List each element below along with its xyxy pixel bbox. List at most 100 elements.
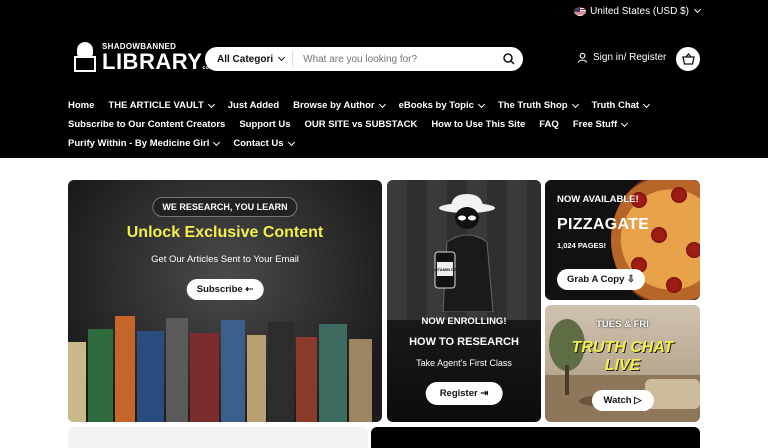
- nav-item-label: The Truth Shop: [497, 100, 568, 111]
- locale-selector[interactable]: United States (USD $): [574, 4, 702, 18]
- books-illustration: [68, 314, 382, 422]
- nav-item-label: Purify Within - By Medicine Girl: [68, 138, 210, 149]
- book-spine: [190, 333, 219, 422]
- book-spine: [115, 316, 135, 422]
- search-icon[interactable]: [495, 53, 523, 65]
- basket-icon: [681, 53, 695, 65]
- pepperoni: [671, 187, 687, 203]
- nav-item-label: OUR SITE vs SUBSTACK: [304, 119, 418, 130]
- course-title: HOW TO RESEARCH: [409, 336, 519, 348]
- book-spine: [349, 339, 372, 422]
- category-select[interactable]: All Categori: [205, 51, 294, 67]
- grab-copy-button[interactable]: Grab A Copy ⇩: [557, 269, 645, 290]
- book-spine: [221, 320, 245, 422]
- watch-button[interactable]: Watch ▷: [591, 390, 654, 411]
- category-label: All Categori: [217, 53, 274, 65]
- product-preview-panel: [68, 427, 368, 448]
- truth-chat-banner[interactable]: TUES & FRI TRUTH CHAT LIVE Watch ▷: [545, 305, 700, 422]
- nav-item-label: How to Use This Site: [431, 119, 526, 130]
- nav-item[interactable]: How to Use This Site: [431, 119, 525, 130]
- nav-item[interactable]: The Truth Shop: [497, 100, 579, 111]
- nav-item-label: Just Added: [227, 100, 280, 111]
- banner-subtitle: Get Our Articles Sent to Your Email: [151, 254, 299, 265]
- spy-agent-illustration: VITAMIN D3: [434, 194, 495, 312]
- nav-item-label: eBooks by Topic: [398, 100, 474, 111]
- logo-main-text: LIBRARYcom: [102, 49, 214, 74]
- nav-row: Home THE ARTICLE VAULT Just Added Browse by…: [68, 96, 708, 115]
- chevron-down-icon: [477, 100, 485, 108]
- nav-item[interactable]: Truth Chat: [591, 100, 651, 111]
- nav-item[interactable]: Purify Within - By Medicine Girl: [68, 138, 221, 149]
- dark-preview-panel: [371, 427, 700, 448]
- pizzagate-book-banner[interactable]: NOW AVAILABLE! PIZZAGATE 1,024 PAGES! Gr…: [545, 180, 700, 300]
- next-section-preview: [68, 427, 700, 448]
- site-header: United States (USD $) SHADOWBANNED LIBRA…: [0, 0, 768, 158]
- nav-item[interactable]: Home: [68, 100, 94, 111]
- tagline-badge: WE RESEARCH, YOU LEARN: [152, 197, 298, 217]
- nav-row: Purify Within - By Medicine Girl Contact …: [68, 134, 708, 153]
- nav-item-label: FAQ: [539, 119, 559, 130]
- chevron-down-icon: [571, 100, 579, 108]
- page-count: 1,024 PAGES!: [557, 241, 607, 250]
- chevron-down-icon: [621, 119, 629, 127]
- chevron-down-icon: [207, 100, 215, 108]
- nav-item[interactable]: Free Stuff: [572, 119, 629, 130]
- us-flag-icon: [574, 6, 587, 16]
- nav-item-label: Free Stuff: [572, 119, 618, 130]
- nav-row: Subscribe to Our Content Creators Support…: [68, 115, 708, 134]
- search-input[interactable]: [293, 53, 495, 65]
- nav-item-label: Contact Us: [233, 138, 284, 149]
- user-icon: [577, 52, 588, 63]
- nav-item-label: Truth Chat: [591, 100, 640, 111]
- schedule-label: TUES & FRI: [596, 319, 649, 330]
- nav-item[interactable]: OUR SITE vs SUBSTACK: [305, 119, 418, 130]
- chevron-down-icon: [278, 53, 286, 62]
- book-spine: [68, 342, 86, 422]
- nav-item-label: Home: [68, 100, 95, 111]
- signin-link[interactable]: Sign in/ Register: [577, 52, 666, 63]
- pepperoni: [686, 242, 700, 258]
- book-spine: [88, 329, 113, 422]
- subscribe-banner[interactable]: WE RESEARCH, YOU LEARN Unlock Exclusive …: [68, 180, 382, 422]
- book-title: PIZZAGATE: [557, 216, 650, 233]
- cart-button[interactable]: [676, 47, 700, 71]
- chevron-down-icon: [378, 100, 386, 108]
- book-spine: [268, 322, 294, 422]
- nav-item[interactable]: Just Added: [228, 100, 279, 111]
- now-available-label: NOW AVAILABLE!: [557, 194, 639, 205]
- nav-item[interactable]: Contact Us: [233, 138, 295, 149]
- banner-title: Unlock Exclusive Content: [126, 224, 324, 241]
- chevron-down-icon: [213, 138, 221, 146]
- nav-item-label: THE ARTICLE VAULT: [108, 100, 204, 111]
- truth-chat-title: TRUTH CHAT LIVE: [571, 339, 674, 375]
- svg-text:VITAMIN D3: VITAMIN D3: [434, 267, 457, 272]
- chevron-down-icon: [287, 138, 295, 146]
- course-text: Take Agent's First Class: [416, 358, 512, 368]
- nav-item-label: Support Us: [239, 119, 291, 130]
- register-button[interactable]: Register ⇥: [425, 382, 503, 405]
- pepperoni: [666, 277, 682, 293]
- nav-item[interactable]: Browse by Author: [293, 100, 386, 111]
- book-spine: [166, 318, 188, 422]
- pepperoni: [651, 227, 667, 243]
- logo-hooded-figure-icon: [74, 42, 96, 74]
- chevron-down-icon: [643, 100, 651, 108]
- chevron-down-icon: [693, 5, 702, 14]
- locale-label: United States (USD $): [590, 5, 689, 17]
- book-spine: [247, 335, 266, 422]
- site-logo[interactable]: SHADOWBANNED LIBRARYcom: [74, 42, 214, 74]
- subscribe-button[interactable]: Subscribe ⇠: [186, 279, 264, 300]
- research-course-banner[interactable]: VITAMIN D3 NOW ENROLLING! HOW TO RESEARC…: [387, 180, 541, 422]
- nav-item-label: Subscribe to Our Content Creators: [68, 119, 226, 130]
- book-spine: [319, 324, 347, 422]
- nav-item[interactable]: Subscribe to Our Content Creators: [68, 119, 225, 130]
- search-bar: All Categori: [205, 47, 523, 71]
- book-spine: [296, 337, 317, 422]
- nav-item[interactable]: THE ARTICLE VAULT: [108, 100, 215, 111]
- nav-item[interactable]: eBooks by Topic: [398, 100, 485, 111]
- book-spine: [137, 331, 164, 422]
- nav-item-label: Browse by Author: [293, 100, 375, 111]
- enroll-label: NOW ENROLLING!: [421, 316, 507, 327]
- nav-item[interactable]: Support Us: [239, 119, 290, 130]
- nav-item[interactable]: FAQ: [539, 119, 559, 130]
